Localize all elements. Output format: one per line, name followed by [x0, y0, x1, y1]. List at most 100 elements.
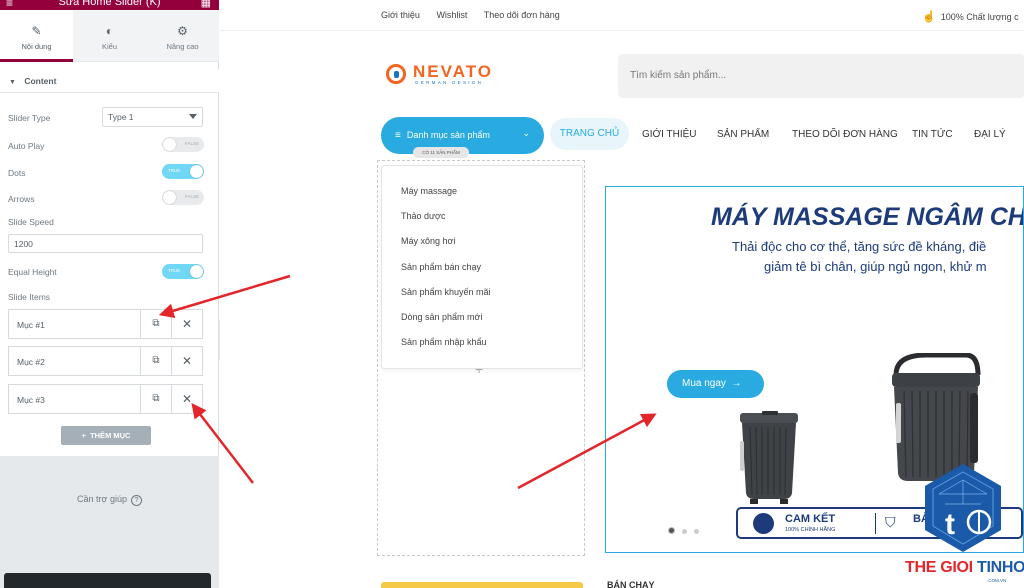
repeater-item[interactable]: Mục #3 ⧉ ✕ — [8, 384, 203, 414]
logo-tagline: GERMAN DESIGN — [415, 80, 484, 85]
auto-play-switch[interactable]: FALSE — [162, 137, 204, 152]
category-count-badge: CÓ 11 SẢN PHẨM — [413, 147, 469, 158]
slide-speed-input[interactable]: 1200 — [8, 234, 203, 253]
tab-style[interactable]: ◐ Kiểu — [73, 10, 146, 61]
category-item[interactable]: Dòng sản phẩm mới — [401, 312, 482, 322]
help-link[interactable]: Cần trợ giúp? — [0, 494, 219, 506]
equal-height-label: Equal Height — [8, 267, 57, 277]
category-item[interactable]: Sản phẩm nhập khẩu — [401, 337, 487, 347]
top-link-about[interactable]: Giới thiệu — [381, 10, 420, 20]
arrows-switch[interactable]: FALSE — [162, 190, 204, 205]
category-item[interactable]: Sản phẩm bán chạy — [401, 262, 481, 272]
category-item[interactable]: Máy massage — [401, 186, 457, 196]
duplicate-icon[interactable]: ⧉ — [140, 310, 171, 338]
watermark-domain: .COM.VN — [987, 578, 1007, 583]
search-placeholder: Tìm kiếm sản phẩm... — [630, 70, 727, 81]
site-logo[interactable]: NEVATO GERMAN DESIGN — [386, 62, 501, 90]
gear-icon: ⚙ — [177, 24, 188, 38]
quality-note: ☝ 100% Chất lượng c — [922, 10, 1019, 23]
divider — [875, 513, 876, 534]
switch-knob — [163, 138, 176, 151]
nav-item-products[interactable]: SẢN PHẨM — [717, 129, 769, 140]
top-bar: Giới thiệu Wishlist Theo dõi đơn hàng ☝ 1… — [220, 0, 1024, 31]
tab-advanced-label: Nâng cao — [166, 42, 199, 51]
buy-now-button[interactable]: Mua ngay → — [667, 370, 764, 398]
widgets-grid-icon[interactable]: ▦ — [201, 0, 211, 9]
top-link-tracking[interactable]: Theo dõi đơn hàng — [484, 10, 560, 20]
watermark: t THE GIOI TINHOC .COM.VN — [905, 458, 1024, 588]
slider-dot[interactable] — [682, 529, 687, 534]
equal-height-switch[interactable]: TRUE — [162, 264, 204, 279]
switch-state: TRUE — [168, 168, 181, 173]
arrows-label: Arrows — [8, 194, 35, 204]
editor-panel: ≡ Sửa Home Slider (K) ▦ ✎ Nội dung ◐ Kiể… — [0, 0, 219, 588]
category-item[interactable]: Máy xông hơi — [401, 236, 455, 246]
category-item[interactable]: Thảo dược — [401, 211, 445, 221]
add-item-label: THÊM MỤC — [90, 431, 131, 440]
chevron-down-icon: ⌄ — [522, 128, 530, 138]
switch-knob — [190, 265, 203, 278]
nav-home-label: TRANG CHỦ — [559, 128, 620, 139]
duplicate-icon[interactable]: ⧉ — [140, 347, 171, 375]
duplicate-icon[interactable]: ⧉ — [140, 385, 171, 413]
chevron-down-icon — [189, 114, 197, 119]
close-icon[interactable]: ✕ — [171, 310, 202, 338]
repeater-item-title: Mục #1 — [17, 320, 45, 330]
bottom-section-heading: BÁN CHẠY — [607, 580, 655, 588]
nav-item-dealers[interactable]: ĐẠI LÝ — [974, 129, 1006, 140]
panel-header: ≡ Sửa Home Slider (K) ▦ — [0, 0, 219, 10]
top-link-wishlist[interactable]: Wishlist — [436, 10, 467, 20]
watermark-text: THE GIOI TINHOC — [905, 559, 1024, 577]
tab-content[interactable]: ✎ Nội dung — [0, 10, 73, 62]
slider-dot[interactable] — [668, 527, 675, 534]
category-item[interactable]: Sản phẩm khuyến mãi — [401, 287, 491, 297]
svg-text:t: t — [945, 508, 955, 541]
dots-switch[interactable]: TRUE — [162, 164, 204, 179]
repeater-item-title: Mục #3 — [17, 395, 45, 405]
switch-state: FALSE — [184, 141, 199, 146]
category-button-label: Danh mục sản phẩm — [406, 130, 490, 140]
foot-spa-product-image — [740, 411, 798, 504]
switch-knob — [163, 191, 176, 204]
add-item-button[interactable]: + THÊM MỤC — [61, 426, 151, 445]
slider-dot[interactable] — [694, 529, 699, 534]
arrow-right-icon: → — [731, 378, 742, 389]
shield-icon: ⛉ — [885, 514, 896, 530]
slide-speed-label: Slide Speed — [8, 217, 54, 227]
tab-style-label: Kiểu — [101, 42, 117, 51]
nav-item-news[interactable]: TIN TỨC — [912, 129, 953, 140]
menu-icon: ≡ — [395, 130, 401, 141]
tab-advanced[interactable]: ⚙ Nâng cao — [146, 10, 219, 61]
nav-item-tracking[interactable]: THEO DÕI ĐƠN HÀNG — [792, 129, 898, 140]
banner-line-1: Thải độc cho cơ thể, tăng sức đề kháng, … — [732, 239, 987, 254]
close-icon[interactable]: ✕ — [171, 347, 202, 375]
caret-down-icon: ▼ — [9, 79, 16, 86]
tab-content-label: Nội dung — [21, 42, 52, 51]
repeater-item[interactable]: Mục #1 ⧉ ✕ — [8, 309, 203, 339]
badge-1-title: CAM KẾT — [785, 513, 836, 525]
panel-footer: Cần trợ giúp? — [0, 456, 219, 588]
watermark-logo-icon: t — [925, 464, 1001, 552]
help-label: Cần trợ giúp — [77, 494, 127, 504]
banner-line-2: giảm tê bì chân, giúp ngủ ngon, khử m — [764, 259, 987, 274]
auto-play-label: Auto Play — [8, 141, 45, 151]
nav-item-about[interactable]: GIỚI THIỆU — [642, 129, 697, 140]
nav-item-home[interactable]: TRANG CHỦ — [550, 118, 629, 150]
hand-icon: ☝ — [922, 11, 936, 23]
watermark-text-red: THE GIOI — [905, 559, 977, 576]
slide-speed-value: 1200 — [14, 239, 33, 249]
plus-icon: + — [81, 431, 86, 440]
question-icon: ? — [130, 495, 142, 506]
content-section-toggle[interactable]: ▼ Content — [0, 69, 219, 93]
logo-mark-icon — [386, 64, 406, 84]
panel-title: Sửa Home Slider (K) — [58, 0, 161, 8]
slider-type-select[interactable]: Type 1 — [102, 107, 203, 127]
banner-title: MÁY MASSAGE NGÂM CHÂ — [711, 203, 1024, 231]
contrast-icon: ◐ — [105, 24, 114, 38]
search-input[interactable]: Tìm kiếm sản phẩm... — [618, 54, 1024, 98]
logo-brand: NEVATO — [413, 62, 494, 81]
repeater-item[interactable]: Mục #2 ⧉ ✕ — [8, 346, 203, 376]
switch-state: FALSE — [184, 194, 199, 199]
close-icon[interactable]: ✕ — [171, 385, 202, 413]
section-title: Content — [24, 76, 57, 86]
